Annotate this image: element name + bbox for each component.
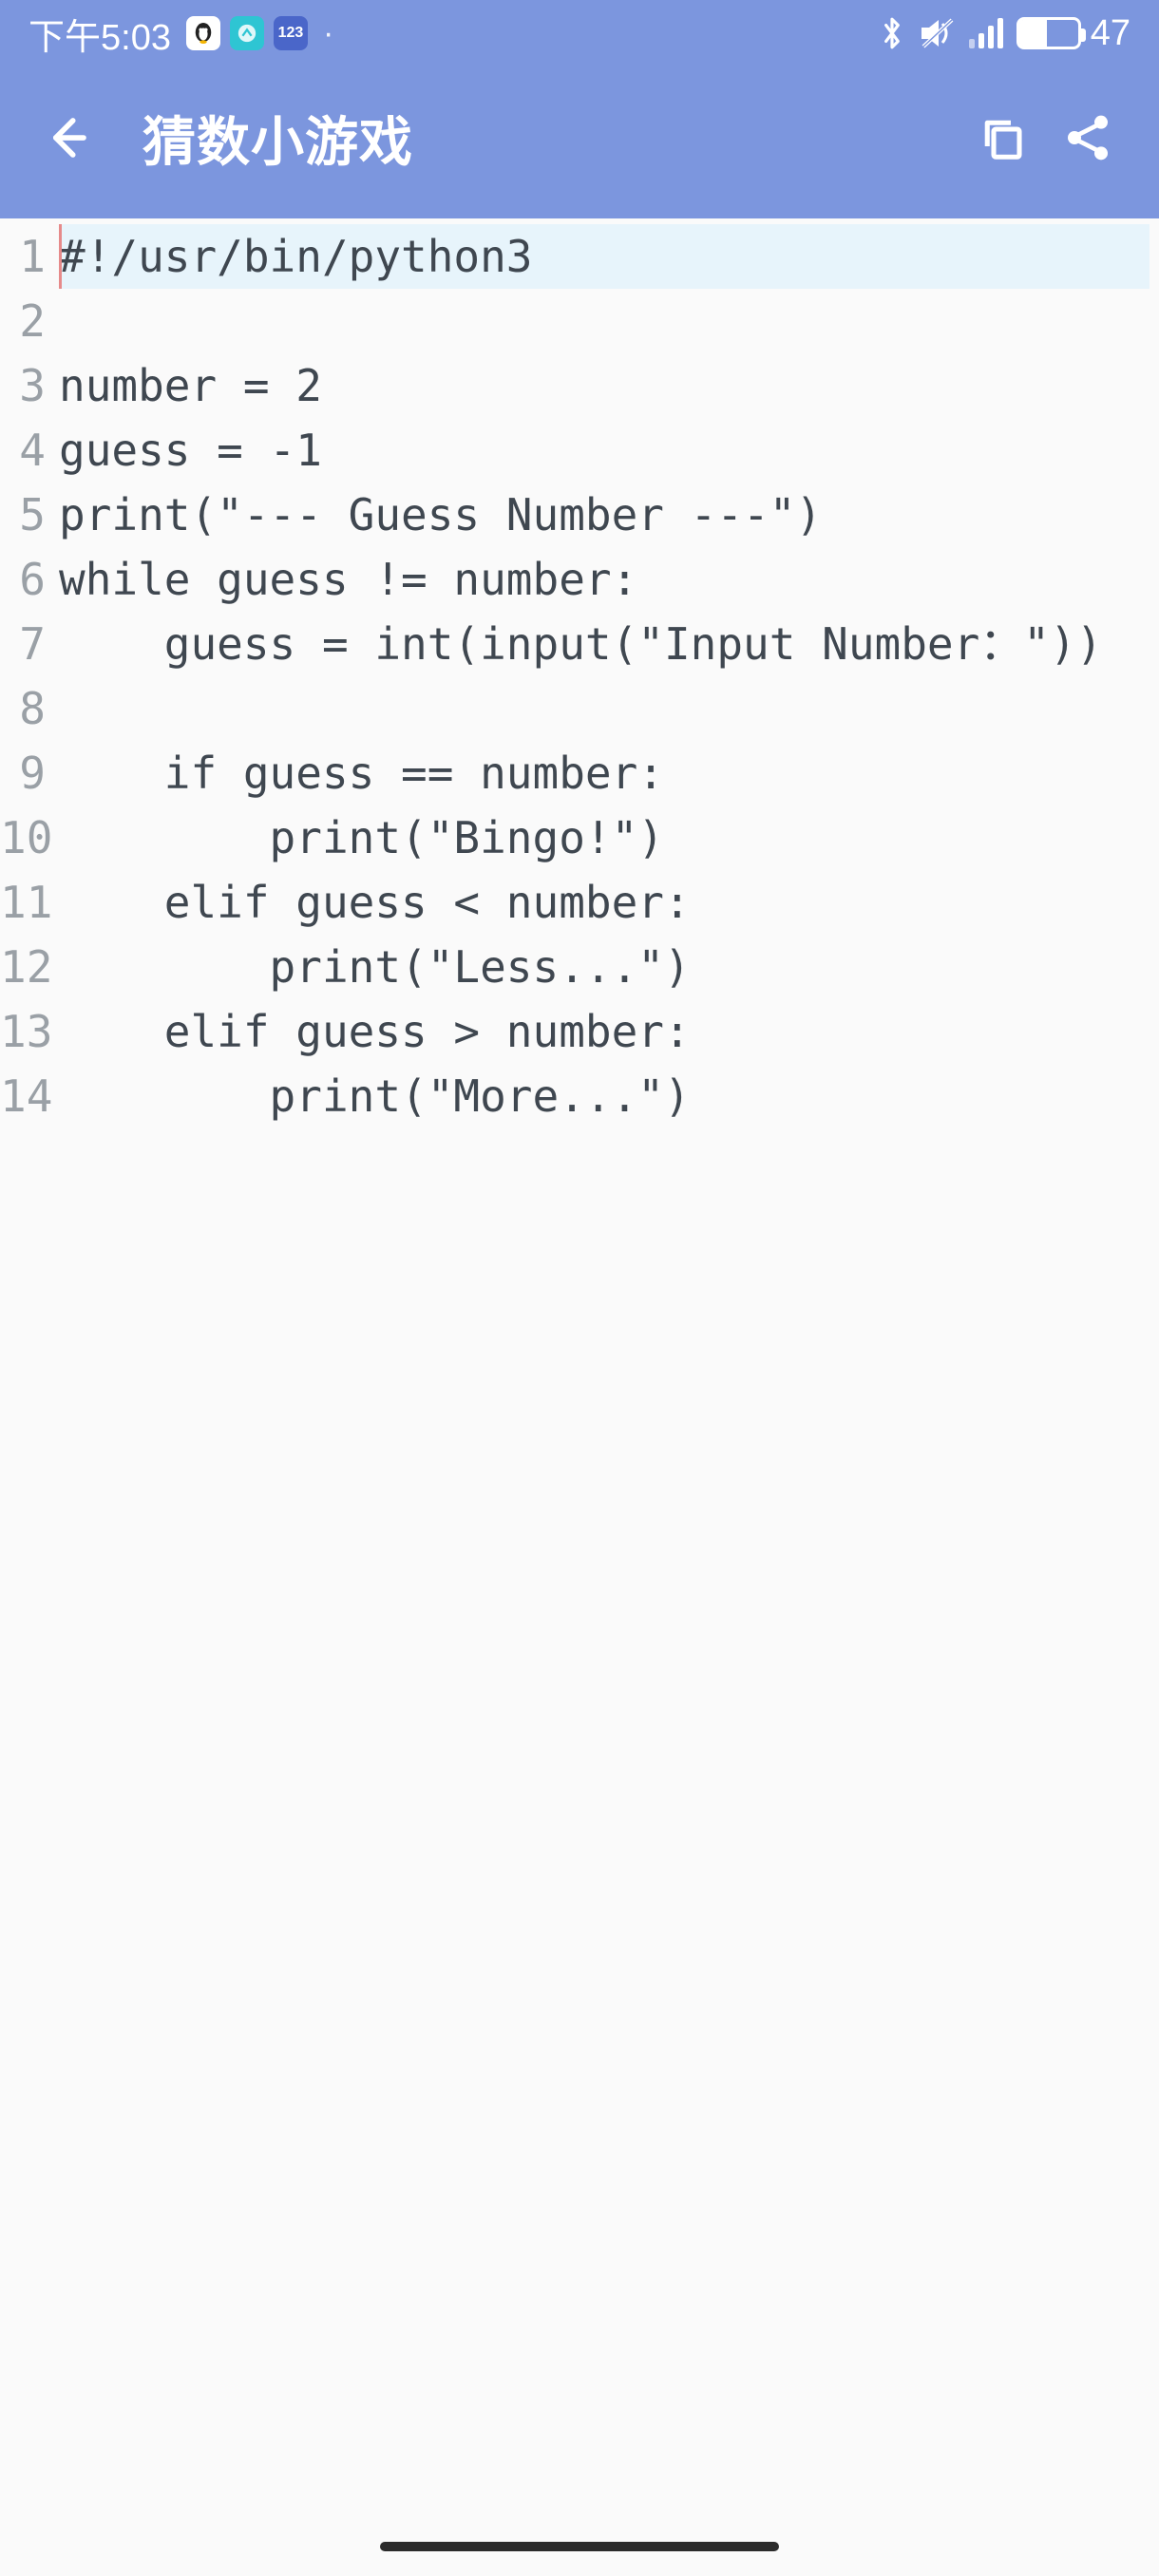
- line-number: 14: [0, 1064, 46, 1128]
- code-line[interactable]: #!/usr/bin/python3: [59, 224, 1150, 289]
- qq-app-icon: [186, 16, 220, 50]
- bluetooth-icon: [880, 15, 904, 51]
- code-line[interactable]: [59, 289, 1150, 353]
- code-content[interactable]: #!/usr/bin/python3number = 2guess = -1pr…: [53, 218, 1159, 2576]
- code-line[interactable]: print("Bingo!"): [59, 805, 1150, 870]
- line-number: 2: [0, 289, 46, 353]
- signal-icon: [969, 18, 1003, 48]
- code-line[interactable]: elif guess < number:: [59, 870, 1150, 935]
- line-number: 4: [0, 418, 46, 483]
- page-title: 猜数小游戏: [142, 100, 960, 177]
- line-number: 10: [0, 805, 46, 870]
- line-number: 12: [0, 935, 46, 999]
- code-line[interactable]: print("Less..."): [59, 935, 1150, 999]
- line-number: 13: [0, 999, 46, 1064]
- status-left: 下午5:03 123 ·: [28, 8, 333, 60]
- code-line[interactable]: while guess != number:: [59, 547, 1150, 612]
- copy-button[interactable]: [960, 100, 1045, 176]
- home-indicator[interactable]: [380, 2542, 779, 2551]
- line-number: 1: [0, 224, 46, 289]
- line-number: 11: [0, 870, 46, 935]
- share-button[interactable]: [1045, 100, 1130, 176]
- battery-percent: 47: [1091, 13, 1130, 54]
- status-time: 下午5:03: [28, 8, 171, 60]
- code-editor[interactable]: 1234567891011121314 #!/usr/bin/python3nu…: [0, 218, 1159, 2576]
- battery-icon: 47: [1016, 13, 1130, 54]
- app-icon-2: [230, 16, 264, 50]
- status-right: 47: [880, 13, 1130, 54]
- code-line[interactable]: [59, 676, 1150, 741]
- status-bar: 下午5:03 123 · 47: [0, 0, 1159, 66]
- code-line[interactable]: if guess == number:: [59, 741, 1150, 805]
- code-line[interactable]: print("--- Guess Number ---"): [59, 483, 1150, 547]
- back-button[interactable]: [28, 100, 104, 176]
- status-overflow-dot: ·: [317, 15, 333, 52]
- line-number: 9: [0, 741, 46, 805]
- line-number: 3: [0, 353, 46, 418]
- code-line[interactable]: elif guess > number:: [59, 999, 1150, 1064]
- line-number: 8: [0, 676, 46, 741]
- line-number: 6: [0, 547, 46, 612]
- line-number: 5: [0, 483, 46, 547]
- code-line[interactable]: print("More..."): [59, 1064, 1150, 1128]
- mute-icon: [918, 16, 956, 50]
- code-line[interactable]: guess = -1: [59, 418, 1150, 483]
- line-number: 7: [0, 612, 46, 676]
- code-line[interactable]: guess = int(input("Input Number：")): [59, 612, 1150, 676]
- code-line[interactable]: number = 2: [59, 353, 1150, 418]
- line-number-gutter: 1234567891011121314: [0, 218, 53, 2576]
- notification-count-badge: 123: [274, 16, 308, 50]
- app-bar: 猜数小游戏: [0, 66, 1159, 218]
